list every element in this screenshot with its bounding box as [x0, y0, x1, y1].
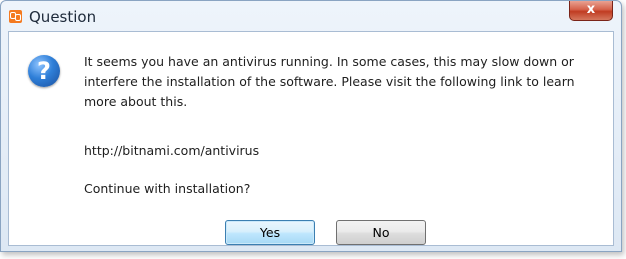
window-title: Question [29, 8, 97, 26]
yes-button[interactable]: Yes [225, 220, 315, 245]
close-button[interactable]: x [569, 1, 613, 21]
dialog-content: ? It seems you have an antivirus running… [8, 31, 614, 246]
question-dialog: Question x ? It seems you have an antivi… [0, 0, 622, 252]
antivirus-link-text: http://bitnami.com/antivirus [84, 143, 260, 158]
no-button[interactable]: No [336, 220, 426, 245]
title-bar[interactable]: Question x [1, 1, 621, 31]
close-icon: x [586, 2, 596, 17]
xampp-icon [9, 10, 22, 23]
question-icon: ? [28, 55, 60, 87]
message-text: It seems you have an antivirus running. … [84, 54, 575, 109]
continue-prompt: Continue with installation? [84, 181, 251, 196]
